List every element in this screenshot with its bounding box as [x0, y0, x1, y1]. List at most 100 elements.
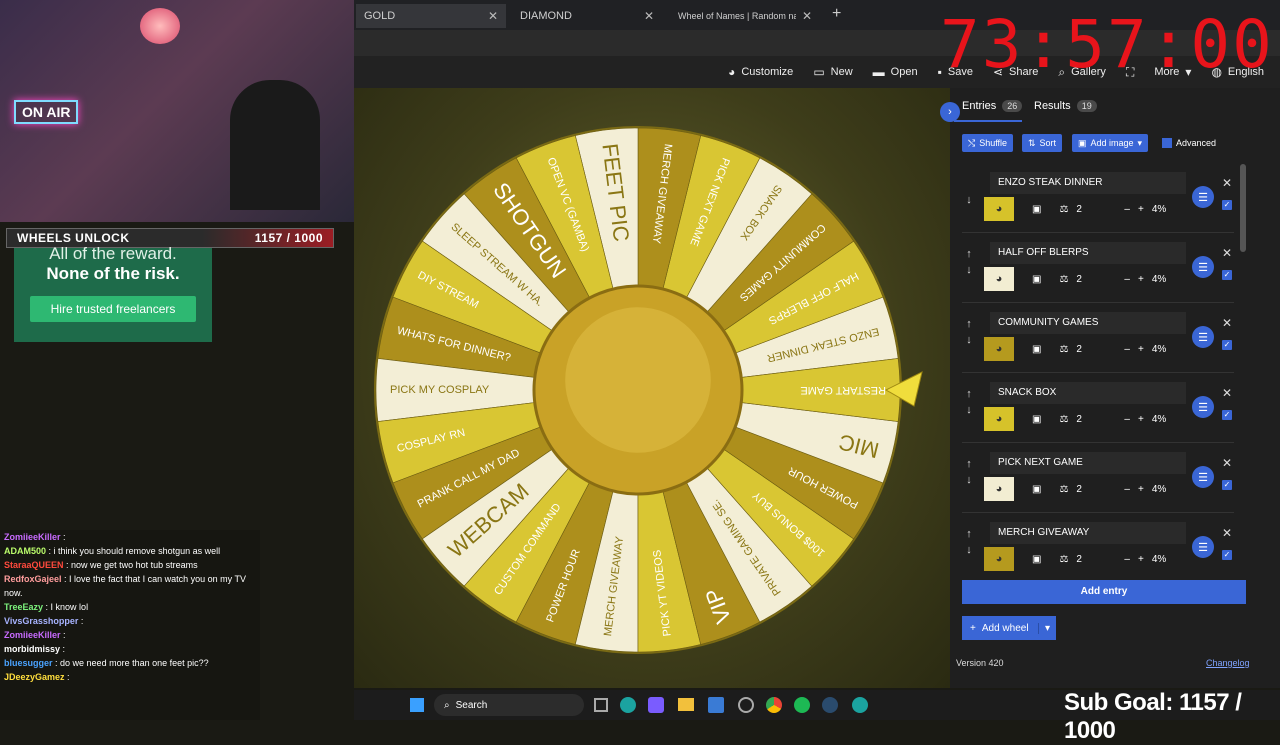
- decrement-button[interactable]: –: [1124, 484, 1130, 495]
- new-button[interactable]: ▭ New: [813, 65, 852, 79]
- new-tab-icon[interactable]: +: [832, 5, 841, 23]
- close-icon[interactable]: ✕: [1222, 246, 1232, 260]
- open-button[interactable]: ▬ Open: [873, 65, 918, 79]
- decrement-button[interactable]: –: [1124, 344, 1130, 355]
- entry-name-input[interactable]: MERCH GIVEAWAY: [990, 522, 1186, 544]
- changelog-link[interactable]: Changelog: [1206, 658, 1250, 668]
- chevron-down-icon[interactable]: ▾: [1037, 622, 1056, 634]
- increment-button[interactable]: +: [1138, 414, 1144, 425]
- color-swatch[interactable]: ◕: [984, 267, 1014, 291]
- sort-button[interactable]: ⇅ Sort: [1022, 134, 1063, 152]
- increment-button[interactable]: +: [1138, 554, 1144, 565]
- add-entry-button[interactable]: Add entry: [962, 580, 1246, 604]
- windows-start-icon[interactable]: [410, 698, 424, 712]
- shuffle-button[interactable]: ⤭ Shuffle: [962, 134, 1014, 152]
- collapse-sidebar-icon[interactable]: ›: [940, 102, 960, 122]
- edge-icon[interactable]: [852, 697, 868, 713]
- settings-icon[interactable]: ☰: [1192, 186, 1214, 208]
- reorder-arrows[interactable]: ↑ ↓: [962, 246, 976, 278]
- chat-separator: :: [60, 644, 66, 654]
- checkbox-icon[interactable]: ✓: [1222, 340, 1232, 350]
- weight-value[interactable]: 2: [1076, 554, 1116, 565]
- obs-icon[interactable]: [738, 697, 754, 713]
- image-icon[interactable]: ▣: [1022, 344, 1051, 355]
- reorder-arrows[interactable]: ↓: [962, 176, 976, 208]
- weight-value[interactable]: 2: [1076, 204, 1116, 215]
- close-icon[interactable]: ✕: [1222, 526, 1232, 540]
- entries-scrollbar[interactable]: [1240, 164, 1246, 252]
- close-icon[interactable]: ✕: [1222, 316, 1232, 330]
- color-swatch[interactable]: ◕: [984, 547, 1014, 571]
- image-icon[interactable]: ▣: [1022, 554, 1051, 565]
- settings-icon[interactable]: ☰: [1192, 396, 1214, 418]
- entry-name-input[interactable]: PICK NEXT GAME: [990, 452, 1186, 474]
- checkbox-icon[interactable]: ✓: [1222, 550, 1232, 560]
- entry-name-input[interactable]: ENZO STEAK DINNER: [990, 172, 1186, 194]
- color-swatch[interactable]: ◕: [984, 197, 1014, 221]
- weight-value[interactable]: 2: [1076, 484, 1116, 495]
- decrement-button[interactable]: –: [1124, 274, 1130, 285]
- reorder-arrows[interactable]: ↑ ↓: [962, 386, 976, 418]
- entry-name-input[interactable]: SNACK BOX: [990, 382, 1186, 404]
- checkbox-icon[interactable]: ✓: [1222, 480, 1232, 490]
- chat-message: RedfoxGajeel : I love the fact that I ca…: [4, 572, 260, 600]
- copilot-icon[interactable]: [648, 697, 664, 713]
- settings-icon[interactable]: ☰: [1192, 536, 1214, 558]
- decrement-button[interactable]: –: [1124, 414, 1130, 425]
- image-icon[interactable]: ▣: [1022, 204, 1051, 215]
- color-swatch[interactable]: ◕: [984, 477, 1014, 501]
- customize-button[interactable]: ◕ Customize: [728, 65, 793, 79]
- decrement-button[interactable]: –: [1124, 554, 1130, 565]
- increment-button[interactable]: +: [1138, 484, 1144, 495]
- weight-value[interactable]: 2: [1076, 274, 1116, 285]
- close-icon[interactable]: ✕: [1222, 456, 1232, 470]
- image-icon[interactable]: ▣: [1022, 414, 1051, 425]
- close-icon[interactable]: ✕: [802, 9, 812, 23]
- advanced-checkbox[interactable]: Advanced: [1162, 138, 1216, 148]
- increment-button[interactable]: +: [1138, 204, 1144, 215]
- wheel[interactable]: ENZO STEAK DINNERHALF OFF BLERPSCOMMUNIT…: [354, 88, 950, 688]
- tab-diamond[interactable]: DIAMOND ✕: [512, 4, 662, 28]
- tab-results[interactable]: Results 19: [1034, 100, 1097, 112]
- entry-name-input[interactable]: COMMUNITY GAMES: [990, 312, 1186, 334]
- increment-button[interactable]: +: [1138, 344, 1144, 355]
- spotify-icon[interactable]: [794, 697, 810, 713]
- close-icon[interactable]: ✕: [644, 9, 654, 23]
- shuffle-label: Shuffle: [979, 138, 1008, 148]
- file-explorer-icon[interactable]: [678, 698, 694, 711]
- store-icon[interactable]: [708, 697, 724, 713]
- image-icon[interactable]: ▣: [1022, 274, 1051, 285]
- image-icon[interactable]: ▣: [1022, 484, 1051, 495]
- close-icon[interactable]: ✕: [1222, 176, 1232, 190]
- reorder-arrows[interactable]: ↑ ↓: [962, 456, 976, 488]
- tab-entries[interactable]: Entries 26: [962, 100, 1023, 112]
- add-wheel-button[interactable]: + Add wheel ▾: [962, 616, 1056, 640]
- increment-button[interactable]: +: [1138, 274, 1144, 285]
- reorder-arrows[interactable]: ↑ ↓: [962, 316, 976, 348]
- checkbox-icon[interactable]: ✓: [1222, 200, 1232, 210]
- close-icon[interactable]: ✕: [488, 9, 498, 23]
- decrement-button[interactable]: –: [1124, 204, 1130, 215]
- taskbar-search[interactable]: ⌕ Search: [434, 694, 584, 716]
- color-swatch[interactable]: ◕: [984, 337, 1014, 361]
- settings-icon[interactable]: ☰: [1192, 326, 1214, 348]
- weight-value[interactable]: 2: [1076, 344, 1116, 355]
- entry-name-input[interactable]: HALF OFF BLERPS: [990, 242, 1186, 264]
- task-view-icon[interactable]: [594, 698, 608, 712]
- weight-value[interactable]: 2: [1076, 414, 1116, 425]
- settings-icon[interactable]: ☰: [1192, 466, 1214, 488]
- chrome-icon[interactable]: [766, 697, 782, 713]
- ad-banner[interactable]: All of the reward. None of the risk. Hir…: [14, 244, 212, 342]
- checkbox-icon[interactable]: ✓: [1222, 270, 1232, 280]
- tab-wheel-of-names[interactable]: Wheel of Names | Random name ... ✕: [670, 4, 820, 28]
- add-image-button[interactable]: ▣ Add image ▾: [1072, 134, 1149, 152]
- settings-icon[interactable]: ☰: [1192, 256, 1214, 278]
- color-swatch[interactable]: ◕: [984, 407, 1014, 431]
- steam-icon[interactable]: [822, 697, 838, 713]
- checkbox-icon[interactable]: ✓: [1222, 410, 1232, 420]
- ad-cta-button[interactable]: Hire trusted freelancers: [30, 296, 196, 322]
- close-icon[interactable]: ✕: [1222, 386, 1232, 400]
- reorder-arrows[interactable]: ↑ ↓: [962, 526, 976, 558]
- edge-icon[interactable]: [620, 697, 636, 713]
- tab-gold[interactable]: GOLD ✕: [356, 4, 506, 28]
